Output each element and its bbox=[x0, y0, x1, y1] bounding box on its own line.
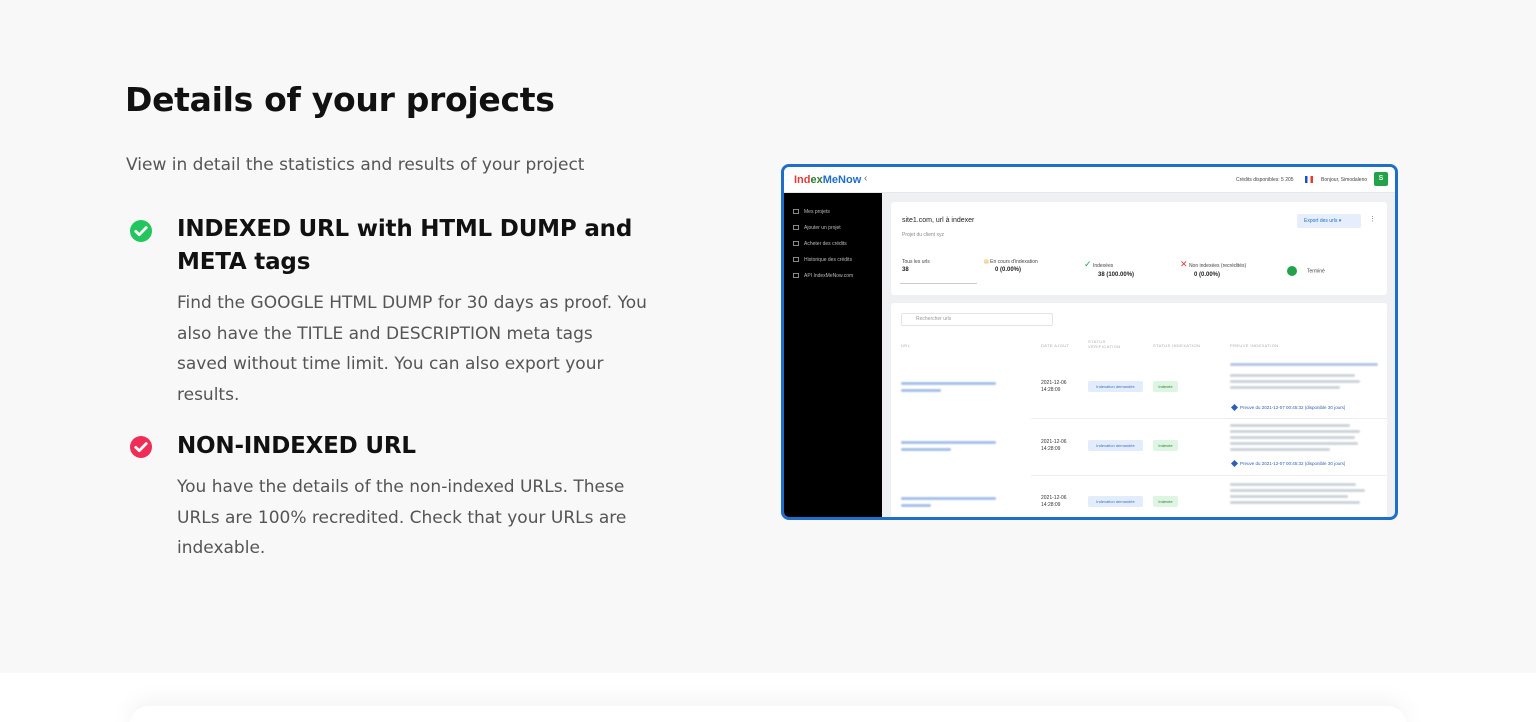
sidebar-item-api[interactable]: API IndexMeNow.com bbox=[793, 273, 853, 279]
row-url-link[interactable] bbox=[901, 382, 996, 385]
column-header-verification: STATUS VÉRIFICATION bbox=[1088, 339, 1121, 349]
plus-icon bbox=[793, 225, 799, 231]
status-badge: Indexée bbox=[1153, 496, 1178, 507]
row-divider bbox=[1031, 418, 1387, 419]
app-logo: IndexMeNow bbox=[794, 174, 862, 186]
column-header-proof: PREUVE INDEXATION bbox=[1230, 343, 1279, 348]
proof-text-blurred bbox=[1230, 501, 1360, 504]
feature-text-indexed: Find the GOOGLE HTML DUMP for 30 days as… bbox=[177, 293, 647, 405]
proof-text-blurred bbox=[1230, 495, 1348, 498]
proof-text-blurred bbox=[1230, 436, 1355, 439]
check-circle-icon bbox=[129, 219, 153, 243]
proof-text-blurred bbox=[1230, 424, 1350, 427]
status-badge: Indexée bbox=[1153, 381, 1178, 392]
project-subtitle: Projet du client xyz bbox=[902, 232, 944, 238]
row-url-link[interactable] bbox=[901, 441, 996, 444]
feature-text-non-indexed: You have the details of the non-indexed … bbox=[177, 477, 627, 558]
row-url-link[interactable] bbox=[901, 448, 951, 451]
export-button[interactable]: Export des urls ▾ bbox=[1297, 214, 1361, 228]
urls-table-panel: Rechercher urls URL DATE AJOUT STATUS VÉ… bbox=[891, 303, 1387, 517]
proof-text-blurred bbox=[1230, 430, 1360, 433]
proof-text-blurred bbox=[1230, 374, 1355, 377]
proof-text-blurred bbox=[1230, 448, 1330, 451]
chevron-left-icon[interactable]: ‹ bbox=[864, 173, 867, 184]
project-title: site1.com, url à indexer bbox=[902, 217, 975, 224]
sidebar-item-projects[interactable]: Mes projets bbox=[793, 209, 830, 215]
credits-label: Crédits disponibles: 5 205 bbox=[1236, 177, 1294, 183]
app-screenshot: IndexMeNow ‹ Crédits disponibles: 5 205 … bbox=[781, 164, 1398, 520]
proof-link[interactable]: Preuve du 2021-12-07 00:45:32 (disponibl… bbox=[1230, 460, 1345, 468]
code-icon bbox=[793, 273, 799, 279]
proof-text-blurred bbox=[1230, 386, 1340, 389]
card-icon bbox=[793, 241, 799, 247]
row-date: 2021-12-06 14:28:09 bbox=[1041, 439, 1067, 452]
proof-text-blurred bbox=[1230, 489, 1365, 492]
pin-icon bbox=[1230, 460, 1239, 468]
stat-in-progress: ▤ En cours d'indexation 0 (0.00%) bbox=[984, 259, 1038, 273]
proof-text-blurred bbox=[1230, 483, 1356, 486]
stat-finished: Terminé bbox=[1287, 266, 1325, 276]
column-header-indexation: STATUS INDEXATION bbox=[1153, 343, 1201, 348]
status-badge: Indexée bbox=[1153, 440, 1178, 451]
app-topbar: IndexMeNow ‹ Crédits disponibles: 5 205 … bbox=[784, 167, 1395, 193]
row-url-link[interactable] bbox=[901, 389, 941, 392]
status-dot-icon bbox=[1287, 266, 1297, 276]
proof-text-blurred bbox=[1230, 442, 1358, 445]
search-input[interactable]: Rechercher urls bbox=[901, 313, 1053, 326]
column-header-url: URL bbox=[901, 343, 911, 348]
row-date: 2021-12-06 14:28:09 bbox=[1041, 380, 1067, 393]
row-divider bbox=[1031, 475, 1387, 476]
check-circle-icon bbox=[129, 435, 153, 459]
cross-icon: ✕ bbox=[1180, 259, 1188, 269]
more-options-icon[interactable]: ⋮ bbox=[1369, 215, 1376, 223]
chart-icon bbox=[793, 257, 799, 263]
column-header-date: DATE AJOUT bbox=[1041, 343, 1070, 348]
avatar[interactable]: S bbox=[1374, 172, 1388, 186]
status-badge: Indexation demandée bbox=[1088, 440, 1143, 451]
stat-non-indexed: ✕ Non indexées (recrédités) 0 (0.00%) bbox=[1180, 259, 1247, 278]
stat-indexed: ✓ Indexées 38 (100.00%) bbox=[1084, 259, 1135, 278]
section-subtitle: View in detail the statistics and result… bbox=[126, 155, 585, 175]
sidebar-item-add-project[interactable]: Ajouter un projet bbox=[793, 225, 841, 231]
pin-icon bbox=[1230, 404, 1239, 412]
feature-title-indexed: INDEXED URL with HTML DUMP and META tags bbox=[177, 216, 633, 275]
status-badge: Indexation demandée bbox=[1088, 496, 1143, 507]
sidebar-item-buy-credits[interactable]: Acheter des crédits bbox=[793, 241, 847, 247]
feature-title-non-indexed: NON-INDEXED URL bbox=[177, 433, 416, 459]
flag-icon[interactable] bbox=[1305, 176, 1313, 183]
greeting-label: Bonjour, Simodaleno bbox=[1321, 177, 1368, 183]
section-title: Details of your projects bbox=[125, 80, 555, 119]
proof-title-blurred bbox=[1230, 363, 1378, 366]
row-url-link[interactable] bbox=[901, 504, 931, 507]
proof-link[interactable]: Preuve du 2021-12-07 00:45:32 (disponibl… bbox=[1230, 404, 1345, 412]
next-section-card bbox=[130, 706, 1406, 722]
stat-all-urls: Tous les urls 38 bbox=[902, 259, 930, 273]
check-icon: ✓ bbox=[1084, 259, 1092, 269]
folder-icon bbox=[793, 209, 799, 215]
active-stat-underline bbox=[900, 283, 977, 284]
status-badge: Indexation demandée bbox=[1088, 381, 1143, 392]
row-date: 2021-12-06 14:28:09 bbox=[1041, 495, 1067, 508]
row-url-link[interactable] bbox=[901, 497, 996, 500]
app-sidebar: Mes projets Ajouter un projet Acheter de… bbox=[784, 193, 882, 517]
proof-text-blurred bbox=[1230, 380, 1360, 383]
project-summary-panel: site1.com, url à indexer Projet du clien… bbox=[891, 202, 1387, 295]
sidebar-item-credit-history[interactable]: Historique des crédits bbox=[793, 257, 852, 263]
